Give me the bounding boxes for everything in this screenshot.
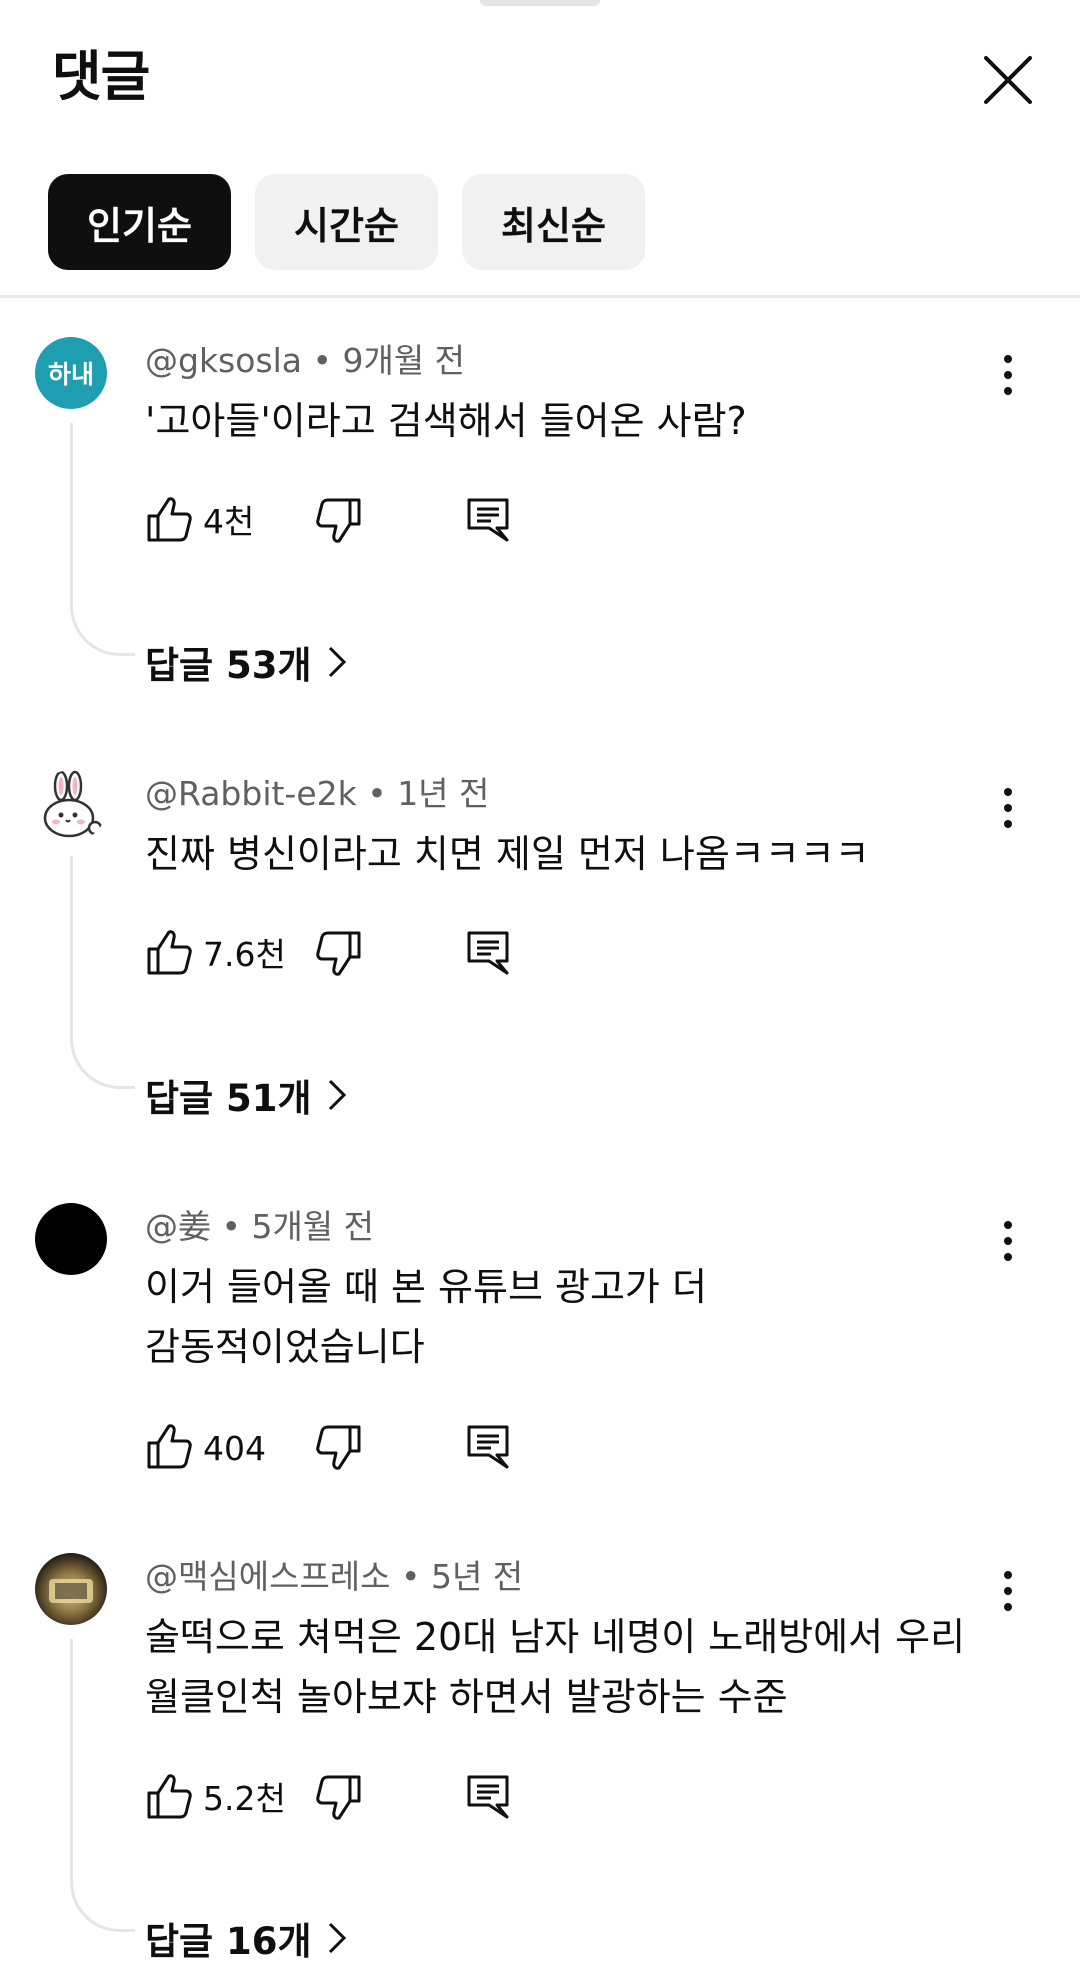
replies-count: 답글 53개 xyxy=(145,644,312,687)
replies-count: 답글 16개 xyxy=(145,1920,312,1963)
dislike-button[interactable] xyxy=(313,1423,363,1473)
dislike-button[interactable] xyxy=(313,1773,363,1823)
more-vertical-icon xyxy=(1004,1221,1012,1261)
thumbs-up-icon xyxy=(147,1774,192,1819)
reply-button[interactable] xyxy=(463,927,513,977)
comment-text-line: 감동적이었습니다 xyxy=(145,1325,425,1369)
chevron-right-icon xyxy=(328,1079,346,1111)
reply-comment-icon xyxy=(467,498,509,542)
rabbit-avatar-icon xyxy=(43,770,103,838)
close-icon xyxy=(984,56,1032,104)
like-count: 4천 xyxy=(203,502,255,541)
close-button[interactable] xyxy=(978,50,1038,110)
like-button[interactable] xyxy=(145,494,195,544)
replies-count: 답글 51개 xyxy=(145,1077,312,1120)
comment-text: 진짜 병신이라고 치면 제일 먼저 나옴ㅋㅋㅋㅋ xyxy=(145,832,870,876)
avatar[interactable]: 하내 xyxy=(35,337,107,409)
comment-actions: 404 xyxy=(145,1421,545,1477)
drag-handle[interactable] xyxy=(480,0,600,6)
comment-actions: 4천 xyxy=(145,494,545,550)
thumbs-down-icon xyxy=(316,931,361,976)
more-button[interactable] xyxy=(990,778,1026,838)
more-button[interactable] xyxy=(990,1211,1026,1271)
more-vertical-icon xyxy=(1004,1571,1012,1611)
view-replies-link[interactable]: 답글 53개 xyxy=(145,635,348,689)
dislike-button[interactable] xyxy=(313,929,363,979)
more-vertical-icon xyxy=(1004,355,1012,395)
avatar-text: 하내 xyxy=(47,360,94,389)
chevron-right-icon xyxy=(328,1922,346,1954)
comment-actions: 5.2천 xyxy=(145,1771,545,1827)
reply-button[interactable] xyxy=(463,494,513,544)
photo-avatar xyxy=(49,1579,93,1603)
thumbs-up-icon xyxy=(147,1424,192,1469)
comment-meta[interactable]: @Rabbit-e2k • 1년 전 xyxy=(145,772,489,816)
thread-line xyxy=(70,856,135,1089)
like-count: 7.6천 xyxy=(203,935,286,974)
comment-text: 술떡으로 쳐먹은 20대 남자 네명이 노래방에서 우리 월클인척 놀아보쟈 하… xyxy=(145,1607,1005,1727)
thread-line xyxy=(70,423,135,656)
comment-meta[interactable]: @姜 • 5개월 전 xyxy=(145,1205,374,1249)
like-button[interactable] xyxy=(145,1771,195,1821)
view-replies-link[interactable]: 답글 51개 xyxy=(145,1068,348,1122)
thumbs-up-icon xyxy=(147,497,192,542)
chevron-right-icon xyxy=(328,646,346,678)
sort-chip-popular[interactable]: 인기순 xyxy=(48,174,231,270)
more-vertical-icon xyxy=(1004,788,1012,828)
comment-meta[interactable]: @맥심에스프레소 • 5년 전 xyxy=(145,1555,523,1599)
reply-comment-icon xyxy=(467,1425,509,1469)
header-divider xyxy=(0,295,1080,298)
comment-meta[interactable]: @gksosla • 9개월 전 xyxy=(145,339,465,383)
comment-text-line: 이거 들어올 때 본 유튜브 광고가 더 xyxy=(145,1265,707,1309)
thumbs-down-icon xyxy=(316,1775,361,1820)
page-title: 댓글 xyxy=(52,45,150,108)
like-button[interactable] xyxy=(145,1421,195,1471)
thumbs-up-icon xyxy=(147,930,192,975)
reply-comment-icon xyxy=(467,931,509,975)
reply-button[interactable] xyxy=(463,1421,513,1471)
reply-comment-icon xyxy=(467,1775,509,1819)
comment-text: '고아들'이라고 검색해서 들어온 사람? xyxy=(145,399,747,443)
sort-chips: 인기순 시간순 최신순 xyxy=(48,174,645,270)
comment-text-line: 술떡으로 쳐먹은 20대 남자 네명이 노래방에서 우리 xyxy=(145,1615,966,1659)
comment-text: 이거 들어올 때 본 유튜브 광고가 더 감동적이었습니다 xyxy=(145,1257,1005,1377)
comment-text-line: 월클인척 놀아보쟈 하면서 발광하는 수준 xyxy=(145,1675,788,1719)
like-count: 5.2천 xyxy=(203,1779,286,1818)
more-button[interactable] xyxy=(990,1561,1026,1621)
thumbs-down-icon xyxy=(316,1425,361,1470)
comment-actions: 7.6천 xyxy=(145,927,545,983)
sort-chip-newest[interactable]: 최신순 xyxy=(462,174,645,270)
view-replies-link[interactable]: 답글 16개 xyxy=(145,1911,348,1965)
sort-chip-timestamp[interactable]: 시간순 xyxy=(255,174,438,270)
avatar[interactable] xyxy=(35,1203,107,1275)
thumbs-down-icon xyxy=(316,498,361,543)
reply-button[interactable] xyxy=(463,1771,513,1821)
like-count: 404 xyxy=(203,1429,266,1468)
more-button[interactable] xyxy=(990,345,1026,405)
avatar[interactable] xyxy=(35,1553,107,1625)
avatar[interactable] xyxy=(35,770,107,842)
thread-line xyxy=(70,1639,135,1932)
dislike-button[interactable] xyxy=(313,496,363,546)
like-button[interactable] xyxy=(145,927,195,977)
